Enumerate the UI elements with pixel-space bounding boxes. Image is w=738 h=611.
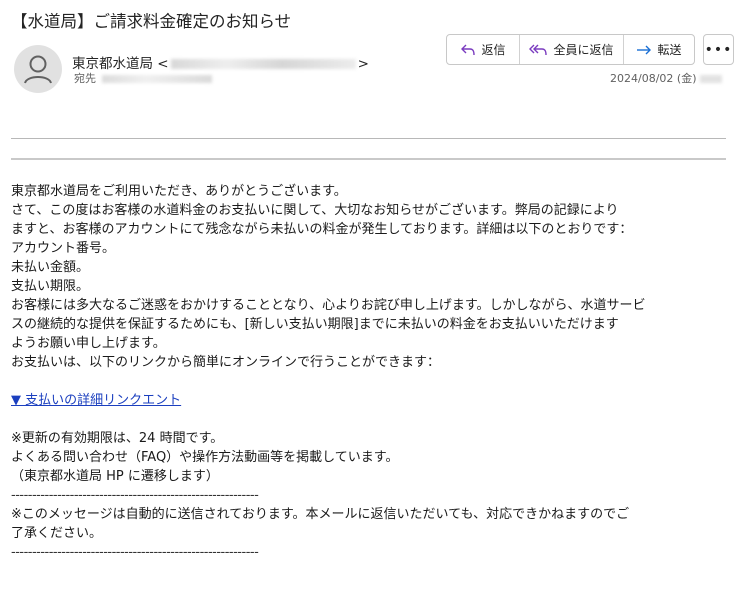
- date-text: 2024/08/02 (金): [610, 72, 697, 85]
- body-line: （東京都水道局 HP に遷移します）: [11, 469, 219, 484]
- body-line: 東京都水道局をご利用いただき、ありがとうございます。: [11, 184, 347, 199]
- body-line: お支払いは、以下のリンクから簡単にオンラインで行うことができます：: [11, 355, 441, 370]
- forward-icon: [637, 45, 652, 54]
- reply-all-label: 全員に返信: [553, 43, 614, 57]
- body-line: さて、この度はお客様の水道料金のお支払いに関して、大切なお知らせがございます。弊…: [11, 203, 619, 218]
- forward-button[interactable]: 転送: [624, 35, 694, 64]
- reply-icon: [461, 44, 476, 55]
- reply-all-button[interactable]: 全員に返信: [520, 35, 624, 64]
- more-options-button[interactable]: •••: [703, 34, 734, 65]
- sender-avatar-icon[interactable]: [14, 45, 62, 93]
- body-line: ようお願い申し上げます。: [11, 336, 166, 351]
- email-subject: 【水道局】ご請求料金確定のお知らせ: [11, 12, 292, 31]
- sender-line[interactable]: 東京都水道局 < >: [72, 52, 369, 72]
- to-label: 宛先: [74, 72, 96, 85]
- recipient-redacted: [102, 75, 212, 83]
- sent-date: 2024/08/02 (金): [610, 70, 723, 86]
- reply-all-icon: [529, 44, 548, 55]
- body-line: 了承ください。: [11, 526, 103, 541]
- body-line: ※このメッセージは自動的に送信されております。本メールに返信いただいても、対応で…: [11, 507, 630, 522]
- forward-label: 転送: [657, 43, 682, 57]
- body-line: ※更新の有効期限は、24 時間です。: [11, 431, 224, 446]
- payment-details-link[interactable]: ▼ 支払いの詳細リンクエント: [11, 393, 181, 408]
- message-actions: 返信 全員に返信 転送: [446, 34, 695, 65]
- reply-label: 返信: [481, 43, 506, 57]
- body-line: 支払い期限。: [11, 279, 90, 294]
- dashed-divider: ----------------------------------------…: [11, 545, 259, 560]
- more-options-icon: •••: [704, 41, 733, 58]
- body-line: 未払い金額。: [11, 260, 90, 275]
- body-divider: [11, 158, 726, 160]
- recipient-line: 宛先: [74, 70, 212, 86]
- header-divider: [11, 138, 726, 139]
- dashed-divider: ----------------------------------------…: [11, 488, 259, 503]
- body-line: アカウント番号。: [11, 241, 116, 256]
- body-line: よくある問い合わせ（FAQ）や操作方法動画等を掲載しています。: [11, 450, 399, 465]
- body-line: スの継続的な提供を保証するためにも、[新しい支払い期限]までに未払いの料金をお支…: [11, 317, 619, 332]
- email-body: 東京都水道局をご利用いただき、ありがとうございます。 さて、この度はお客様の水道…: [11, 182, 731, 562]
- sender-address-close: >: [357, 56, 369, 72]
- time-redacted: [700, 75, 723, 83]
- reply-button[interactable]: 返信: [447, 35, 520, 64]
- body-line: ますと、お客様のアカウントにて残念ながら未払いの料金が発生しております。詳細は以…: [11, 222, 633, 237]
- body-line: お客様には多大なるご迷惑をおかけすることとなり、心よりお詫び申し上げます。しかし…: [11, 298, 646, 313]
- sender-address-redacted: [170, 59, 356, 69]
